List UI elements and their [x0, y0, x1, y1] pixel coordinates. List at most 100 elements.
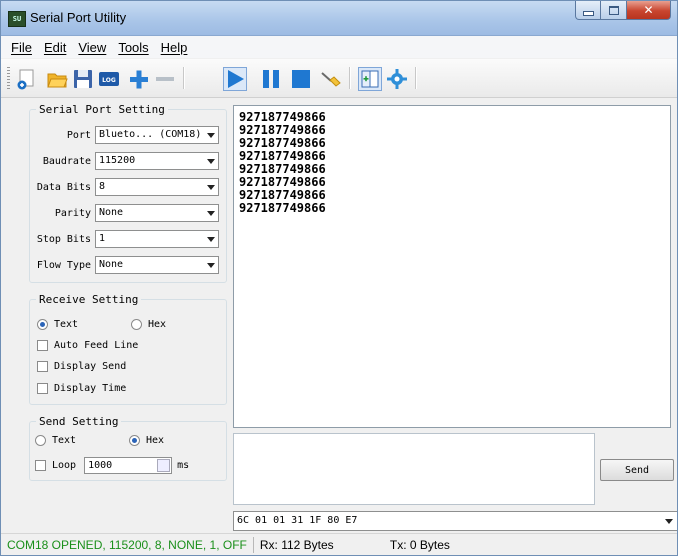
toolbar-grip[interactable] [7, 67, 10, 89]
port-select[interactable]: Blueto... (COM18) [95, 126, 219, 144]
parity-select[interactable]: None [95, 204, 219, 222]
display-time-label: Display Time [54, 383, 127, 394]
toolbar-separator [349, 67, 351, 89]
auto-feed-line-label: Auto Feed Line [54, 340, 139, 351]
receive-text-radio[interactable]: Text [37, 319, 78, 330]
minimize-button[interactable] [575, 1, 601, 20]
remove-icon [156, 77, 174, 81]
stopbits-select[interactable]: 1 [95, 230, 219, 248]
close-icon: ✕ [643, 3, 654, 17]
status-bar: COM18 OPENED, 115200, 8, NONE, 1, OFF Rx… [1, 533, 677, 555]
loop-interval-spinbox[interactable]: 1000 [84, 457, 173, 474]
send-text-radio[interactable]: Text [35, 435, 76, 446]
baudrate-value: 115200 [99, 155, 136, 166]
add-button[interactable] [127, 67, 151, 91]
radio-selected-icon [37, 319, 48, 330]
stopbits-value: 1 [99, 233, 106, 244]
send-hex-radio[interactable]: Hex [129, 435, 164, 446]
start-icon [228, 70, 244, 88]
receive-line: 927187749866 [239, 201, 326, 215]
receive-textarea[interactable]: 927187749866 927187749866 927187749866 9… [233, 105, 671, 428]
add-icon [130, 70, 148, 89]
display-send-label: Display Send [54, 361, 127, 372]
view-mode-button[interactable] [358, 67, 382, 91]
title-bar[interactable]: SU Serial Port Utility ✕ [1, 1, 677, 36]
log-icon: LOG [99, 72, 119, 86]
log-button[interactable]: LOG [97, 67, 121, 91]
databits-select[interactable]: 8 [95, 178, 219, 196]
flowtype-value: None [99, 259, 124, 270]
stop-icon [292, 70, 310, 88]
checkbox-icon [37, 340, 48, 351]
databits-label: Data Bits [36, 181, 91, 193]
menu-tools[interactable]: Tools [118, 40, 148, 55]
pause-button[interactable] [259, 67, 283, 91]
minimize-icon [582, 10, 594, 16]
remove-button[interactable] [153, 67, 177, 91]
maximize-button[interactable] [601, 1, 627, 20]
toolbar: LOG [1, 59, 677, 98]
settings-button[interactable] [385, 67, 409, 91]
chevron-down-icon [207, 211, 215, 216]
auto-feed-line-checkbox[interactable]: Auto Feed Line [37, 340, 138, 351]
checkbox-icon [37, 383, 48, 394]
radio-selected-icon [129, 435, 140, 446]
rx-count: Rx: 112 Bytes [259, 538, 334, 552]
clear-button[interactable] [319, 67, 343, 91]
settings-icon [387, 69, 407, 89]
receive-hex-label: Hex [148, 319, 167, 330]
loop-row: Loop 1000 ms [35, 457, 189, 474]
parity-value: None [99, 207, 124, 218]
receive-setting-title: Receive Setting [39, 293, 139, 306]
maximize-icon [608, 5, 619, 15]
log-icon-text: LOG [102, 77, 116, 84]
parity-row: Parity None [25, 204, 219, 222]
serial-port-setting-title: Serial Port Setting [39, 103, 165, 116]
pause-icon [263, 70, 279, 88]
receive-hex-radio[interactable]: Hex [131, 319, 166, 330]
databits-row: Data Bits 8 [25, 178, 219, 196]
flowtype-row: Flow Type None [25, 256, 219, 274]
radio-unselected-icon [131, 319, 142, 330]
send-history-value: 6C 01 01 31 1F 80 E7 [237, 515, 358, 526]
menu-file[interactable]: File [11, 40, 32, 55]
loop-checkbox[interactable] [35, 460, 46, 471]
flowtype-label: Flow Type [36, 259, 91, 271]
menu-view[interactable]: View [78, 40, 106, 55]
window-controls: ✕ [575, 1, 671, 21]
chevron-down-icon [665, 519, 673, 524]
start-button[interactable] [223, 67, 247, 91]
stopbits-row: Stop Bits 1 [25, 230, 219, 248]
display-time-checkbox[interactable]: Display Time [37, 383, 126, 394]
flowtype-select[interactable]: None [95, 256, 219, 274]
menu-help[interactable]: Help [161, 40, 188, 55]
send-textarea[interactable] [233, 433, 595, 505]
save-button[interactable] [71, 67, 95, 91]
app-icon: SU [8, 11, 26, 27]
new-connection-button[interactable] [15, 67, 39, 91]
loop-interval-value: 1000 [88, 460, 113, 471]
open-button[interactable] [45, 67, 69, 91]
toolbar-separator [183, 67, 185, 89]
databits-value: 8 [99, 181, 106, 192]
radio-unselected-icon [35, 435, 46, 446]
baudrate-select[interactable]: 115200 [95, 152, 219, 170]
receive-lines: 927187749866 927187749866 927187749866 9… [234, 106, 670, 215]
chevron-down-icon [207, 237, 215, 242]
display-send-checkbox[interactable]: Display Send [37, 361, 126, 372]
port-row: Port Blueto... (COM18) [25, 126, 219, 144]
spin-arrows-icon[interactable] [157, 459, 171, 472]
stop-button[interactable] [289, 67, 313, 91]
close-button[interactable]: ✕ [627, 1, 671, 20]
receive-text-label: Text [54, 319, 79, 330]
chevron-down-icon [207, 263, 215, 268]
send-hex-label: Hex [146, 435, 165, 446]
send-history-select[interactable]: 6C 01 01 31 1F 80 E7 [233, 511, 677, 531]
window-title: Serial Port Utility [30, 10, 127, 25]
menu-edit[interactable]: Edit [44, 40, 66, 55]
send-button[interactable]: Send [600, 459, 674, 481]
stopbits-label: Stop Bits [36, 233, 91, 245]
checkbox-icon [37, 361, 48, 372]
toolbar-separator [415, 67, 417, 89]
menu-bar: File Edit View Tools Help [1, 36, 677, 58]
